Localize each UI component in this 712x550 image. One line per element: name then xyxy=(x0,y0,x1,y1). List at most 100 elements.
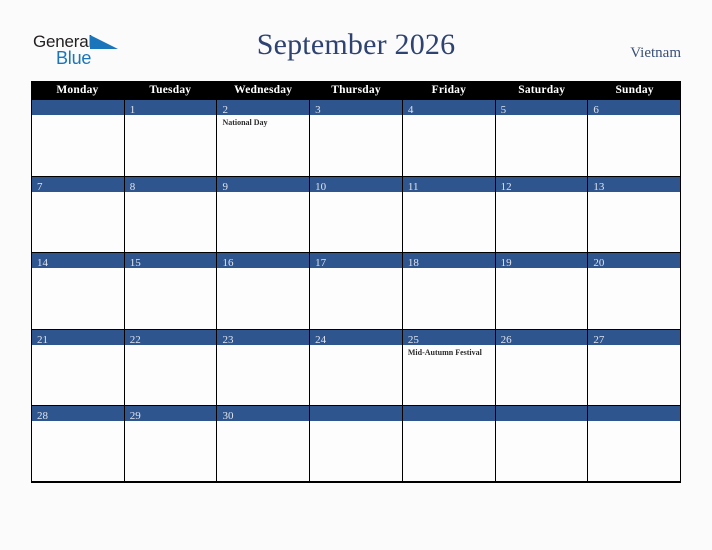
calendar-day-cell[interactable]: 3 xyxy=(310,100,403,176)
calendar-day-cell[interactable]: 10 xyxy=(310,176,403,252)
calendar-day-cell[interactable]: 8 xyxy=(124,176,218,252)
day-events xyxy=(32,192,124,195)
calendar-day-cell[interactable]: 5 xyxy=(495,100,589,176)
day-number-band: 5 xyxy=(495,100,588,116)
calendar-day-cell[interactable]: 27 xyxy=(588,329,681,405)
day-events xyxy=(403,115,495,118)
calendar-day-cell[interactable]: 2 National Day xyxy=(217,100,311,176)
day-number-band: 19 xyxy=(495,253,588,269)
day-number-band: 18 xyxy=(402,253,495,269)
day-number-band: 17 xyxy=(310,253,402,269)
day-events xyxy=(496,115,588,118)
calendar-day-cell-empty xyxy=(588,406,681,481)
day-number-band xyxy=(32,100,124,115)
page-header: General Blue September 2026 Vietnam xyxy=(0,0,712,80)
holiday-event-label: National Day xyxy=(222,118,268,127)
day-number: 2 xyxy=(222,104,228,116)
calendar-day-cell[interactable]: 13 xyxy=(588,176,681,252)
day-number: 19 xyxy=(500,257,512,269)
day-number: 14 xyxy=(37,257,48,269)
day-number: 15 xyxy=(129,257,141,269)
day-events xyxy=(310,115,402,118)
day-events xyxy=(403,421,495,424)
holiday-event-label: Mid-Autumn Festival xyxy=(407,347,482,357)
day-events: National Day xyxy=(217,115,309,128)
day-number: 29 xyxy=(129,410,141,422)
calendar-day-cell[interactable]: 7 xyxy=(32,176,125,252)
day-number-band: 14 xyxy=(32,253,124,269)
calendar-day-cell-empty xyxy=(310,406,403,481)
day-number-band: 16 xyxy=(217,253,310,269)
calendar-day-cell[interactable]: 15 xyxy=(124,253,218,329)
day-number: 4 xyxy=(407,104,414,116)
day-events xyxy=(588,421,680,424)
calendar-day-cell[interactable]: 1 xyxy=(124,100,218,176)
day-number-band: 2 xyxy=(217,100,310,116)
day-number: 11 xyxy=(407,180,419,193)
calendar-weeks: 1 2 National Day 3 4 5 6 7 8 9 10 11 12 13 14 15 16 17 18 1… xyxy=(31,100,681,483)
day-events xyxy=(32,115,124,118)
day-number: 7 xyxy=(37,180,43,193)
calendar-grid: Monday Tuesday Wednesday Thursday Friday… xyxy=(31,81,681,483)
day-number-band: 22 xyxy=(124,329,217,346)
day-number: 30 xyxy=(222,410,234,422)
day-number-band: 20 xyxy=(588,253,681,269)
day-number-band: 1 xyxy=(124,100,217,116)
day-number-band: 25 xyxy=(402,329,495,346)
weekday-header-tuesday: Tuesday xyxy=(149,84,192,96)
calendar-day-cell[interactable]: 11 xyxy=(402,176,496,252)
day-number: 12 xyxy=(500,180,512,193)
day-number-band: 27 xyxy=(588,329,681,346)
calendar-day-cell[interactable]: 29 xyxy=(124,406,218,481)
day-events xyxy=(588,115,680,118)
calendar-day-cell[interactable]: 28 xyxy=(32,406,125,481)
calendar-day-cell[interactable]: 30 xyxy=(217,406,311,481)
calendar-day-cell[interactable]: 24 xyxy=(310,329,403,405)
calendar-page: General Blue September 2026 Vietnam Mond… xyxy=(0,0,712,550)
country-label: Vietnam xyxy=(630,45,681,61)
weekday-header-row: Monday Tuesday Wednesday Thursday Friday… xyxy=(31,81,681,100)
calendar-week-row: 28 29 30 xyxy=(31,406,681,483)
calendar-day-cell[interactable]: 19 xyxy=(495,253,589,329)
day-number: 16 xyxy=(222,257,234,269)
day-number-band: 13 xyxy=(588,176,681,193)
calendar-day-cell[interactable]: 26 xyxy=(495,329,589,405)
day-number: 27 xyxy=(593,333,605,346)
calendar-day-cell[interactable]: 4 xyxy=(402,100,496,176)
weekday-header-friday: Friday xyxy=(431,84,467,96)
day-number: 5 xyxy=(500,104,507,116)
calendar-day-cell[interactable]: 20 xyxy=(588,253,681,329)
calendar-day-cell[interactable]: 14 xyxy=(32,253,125,329)
calendar-day-cell[interactable]: 17 xyxy=(310,253,403,329)
day-number-band: 4 xyxy=(402,100,495,116)
calendar-day-cell[interactable]: 21 xyxy=(32,329,125,405)
calendar-day-cell[interactable]: 22 xyxy=(124,329,218,405)
weekday-header-monday: Monday xyxy=(56,84,99,96)
day-events xyxy=(217,192,309,195)
day-number-band: 23 xyxy=(217,329,310,346)
day-number-band: 11 xyxy=(402,176,495,193)
day-events: Mid-Autumn Festival xyxy=(403,345,495,358)
day-number-band: 8 xyxy=(124,176,217,193)
calendar-day-cell[interactable]: 25 Mid-Autumn Festival xyxy=(402,329,496,405)
calendar-day-cell[interactable]: 23 xyxy=(217,329,311,405)
calendar-day-cell-empty xyxy=(402,406,496,481)
calendar-day-cell[interactable]: 6 xyxy=(588,100,681,176)
day-number: 8 xyxy=(129,180,136,193)
day-number-band: 26 xyxy=(495,329,588,346)
day-number: 28 xyxy=(37,410,48,422)
day-number: 20 xyxy=(593,257,605,269)
day-number-band: 15 xyxy=(124,253,217,269)
day-number: 9 xyxy=(222,180,228,193)
calendar-day-cell-empty xyxy=(32,100,125,176)
calendar-day-cell[interactable]: 12 xyxy=(495,176,589,252)
day-number: 26 xyxy=(500,333,512,346)
calendar-day-cell[interactable]: 18 xyxy=(402,253,496,329)
day-number-band xyxy=(310,406,402,421)
day-number: 10 xyxy=(315,180,327,193)
calendar-day-cell[interactable]: 16 xyxy=(217,253,311,329)
day-number-band: 9 xyxy=(217,176,310,193)
day-events xyxy=(125,192,217,195)
calendar-day-cell[interactable]: 9 xyxy=(217,176,311,252)
day-number: 25 xyxy=(407,333,419,346)
